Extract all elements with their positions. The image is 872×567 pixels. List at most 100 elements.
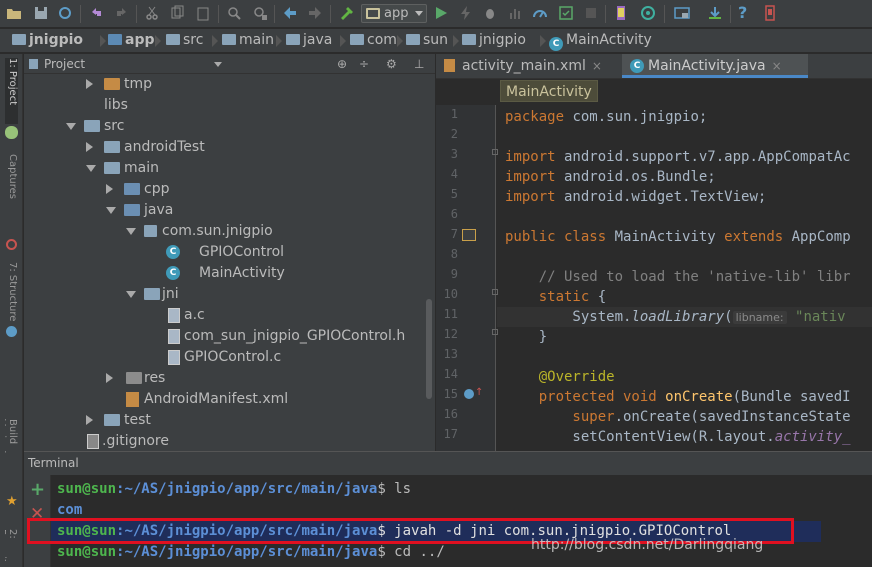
monitor-icon[interactable] — [532, 5, 548, 21]
code-line-10: static { — [505, 289, 607, 305]
tree-node-androidtest[interactable]: androidTest — [86, 137, 426, 158]
lightning-icon[interactable] — [458, 5, 474, 21]
line-number: 13 — [443, 347, 458, 361]
class-icon: C — [166, 266, 180, 280]
collapse-arrow-icon[interactable] — [106, 207, 116, 214]
tool-tab-favorites[interactable]: 2: Favorites — [5, 529, 18, 567]
avd-icon[interactable] — [613, 5, 629, 21]
collapse-arrow-icon[interactable] — [126, 291, 136, 298]
line-number: 3 — [450, 147, 458, 161]
tree-node-manifest[interactable]: AndroidManifest.xml — [126, 389, 426, 410]
expand-arrow-icon[interactable] — [106, 184, 113, 194]
debug-icon[interactable] — [482, 5, 498, 21]
tree-scrollbar[interactable] — [426, 299, 432, 399]
breadcrumb-item-java[interactable]: java — [286, 29, 332, 52]
tree-node-libs[interactable]: libs — [86, 95, 426, 116]
find-icon[interactable] — [226, 5, 242, 21]
close-icon[interactable]: × — [772, 59, 782, 73]
project-panel-title[interactable]: Project — [44, 54, 85, 74]
android-activity-gutter-icon[interactable] — [462, 229, 476, 241]
class-breadcrumb[interactable]: MainActivity — [500, 80, 598, 102]
package-icon — [406, 34, 420, 45]
tree-node-src[interactable]: src — [66, 116, 426, 137]
tree-node-header-file[interactable]: com_sun_jnigpio_GPIOControl.h — [166, 326, 428, 347]
breadcrumb-item-module[interactable]: app — [108, 29, 155, 52]
c-file-icon — [168, 350, 180, 365]
code-area[interactable]: package com.sun.jnigpio; import android.… — [497, 105, 872, 451]
tree-node-res[interactable]: res — [106, 368, 426, 389]
sync-icon[interactable] — [57, 5, 73, 21]
cut-icon[interactable] — [144, 5, 160, 21]
new-session-icon[interactable]: + — [30, 481, 45, 499]
breadcrumb-item-com[interactable]: com — [350, 29, 397, 52]
tool-tab-build-variants[interactable]: Build Variants — [5, 419, 18, 479]
tool-tab-project[interactable]: 1: Project — [5, 58, 18, 124]
copy-icon[interactable] — [169, 5, 185, 21]
expand-arrow-icon[interactable] — [86, 415, 93, 425]
breadcrumb-item-jnigpio[interactable]: jnigpio — [462, 29, 526, 52]
coverage-icon[interactable] — [558, 5, 574, 21]
device-icon[interactable] — [762, 5, 778, 21]
stop-icon[interactable] — [583, 5, 599, 21]
expand-arrow-icon[interactable] — [86, 79, 93, 89]
gear-icon[interactable]: ⚙ — [386, 54, 397, 74]
folder-icon — [84, 120, 100, 132]
collapse-arrow-icon[interactable] — [86, 165, 96, 172]
code-line-3: import android.support.v7.app.AppCompatA… — [505, 149, 851, 165]
override-gutter-icon[interactable] — [464, 389, 474, 399]
breadcrumb-item-main[interactable]: main — [222, 29, 274, 52]
android-monitor-icon[interactable] — [674, 5, 690, 21]
breadcrumb-item-sun[interactable]: sun — [406, 29, 448, 52]
tree-node-gpiocontrol[interactable]: C GPIOControl — [166, 242, 426, 263]
sdk-manager-icon[interactable] — [707, 5, 723, 21]
terminal-title[interactable]: Terminal — [28, 456, 79, 470]
redo-icon[interactable] — [113, 5, 129, 21]
tree-node-tmp[interactable]: tmp — [86, 74, 426, 95]
help-icon[interactable]: ? — [738, 3, 754, 22]
code-line-17: setContentView(R.layout.activity_ — [505, 429, 851, 445]
tree-node-java[interactable]: java — [106, 200, 426, 221]
undo-icon[interactable] — [89, 5, 105, 21]
collapse-arrow-icon[interactable] — [66, 123, 76, 130]
tab-activity-main-xml[interactable]: activity_main.xml × — [436, 54, 616, 78]
line-number: 10 — [443, 287, 458, 301]
tool-tab-structure[interactable]: 7: Structure — [5, 262, 18, 332]
forward-icon[interactable] — [307, 5, 323, 21]
run-icon[interactable] — [433, 5, 449, 21]
collapse-arrow-icon[interactable] — [126, 228, 136, 235]
tab-mainactivity-java[interactable]: C MainActivity.java × — [622, 54, 808, 78]
breadcrumb-item-src[interactable]: src — [166, 29, 203, 52]
folder-icon — [166, 34, 180, 45]
watermark-text: http://blog.csdn.net/Darlingqiang — [531, 537, 764, 553]
sdk-icon[interactable] — [640, 5, 656, 21]
breadcrumb-item-project[interactable]: jnigpio — [12, 29, 83, 52]
replace-icon[interactable] — [252, 5, 268, 21]
expand-arrow-icon[interactable] — [106, 373, 113, 383]
tree-node-package[interactable]: com.sun.jnigpio — [126, 221, 426, 242]
profile-icon[interactable] — [507, 5, 523, 21]
tree-node-mainactivity[interactable]: C MainActivity — [166, 263, 426, 284]
tree-node-gitignore[interactable]: .gitignore — [86, 431, 426, 451]
tree-node-test[interactable]: test — [86, 410, 426, 431]
tree-node-jni[interactable]: jni — [126, 284, 426, 305]
build-icon[interactable] — [339, 5, 355, 21]
close-icon[interactable]: × — [592, 59, 602, 73]
line-number: 5 — [450, 187, 458, 201]
paste-icon[interactable] — [195, 5, 211, 21]
back-icon[interactable] — [282, 5, 298, 21]
expand-arrow-icon[interactable] — [86, 142, 93, 152]
tool-tab-captures[interactable]: Captures — [5, 154, 18, 234]
tree-node-main[interactable]: main — [86, 158, 426, 179]
save-icon[interactable] — [33, 5, 49, 21]
collapse-icon[interactable]: ÷ — [359, 54, 369, 74]
hide-icon[interactable]: ⊥ — [414, 54, 424, 74]
chevron-down-icon[interactable] — [214, 62, 222, 67]
open-icon[interactable] — [6, 5, 22, 21]
tree-node-gpiocontrol-c[interactable]: GPIOControl.c — [166, 347, 426, 368]
tree-node-a-c[interactable]: a.c — [166, 305, 426, 326]
run-config-dropdown[interactable]: app — [361, 4, 427, 23]
target-icon[interactable]: ⊕ — [337, 54, 347, 74]
breadcrumb-item-class[interactable]: C MainActivity — [549, 29, 652, 52]
tree-node-cpp[interactable]: cpp — [106, 179, 426, 200]
line-number: 11 — [443, 307, 458, 321]
